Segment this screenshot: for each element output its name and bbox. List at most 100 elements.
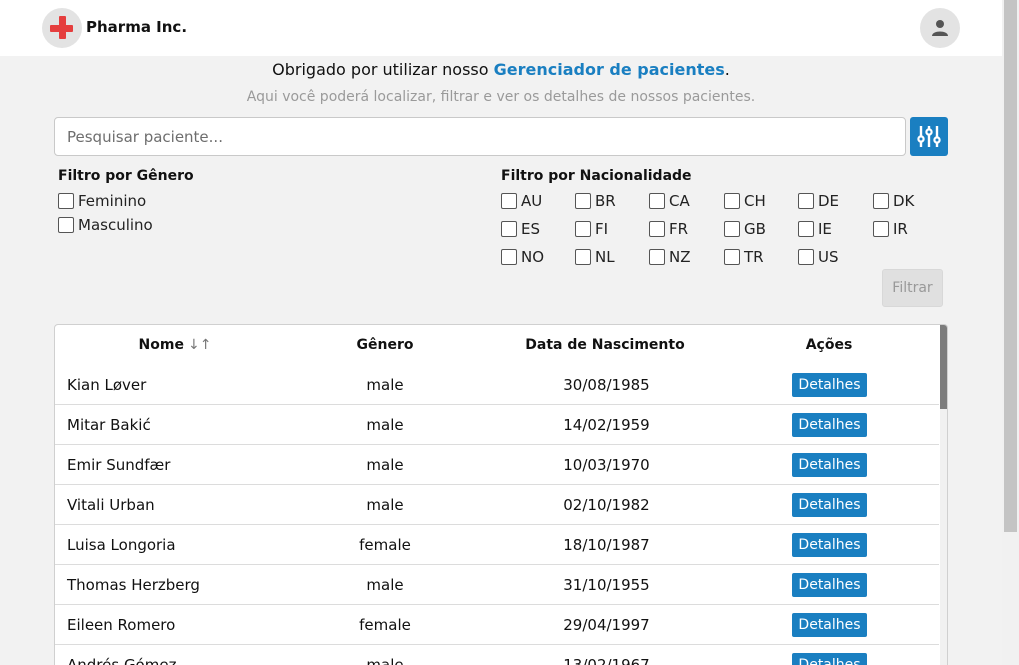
column-header-birth-date: Data de Nascimento xyxy=(525,337,685,353)
patient-name: Mitar Bakić xyxy=(67,416,151,434)
patients-table: Nome ↓↑ Gênero Data de Nascimento Ações K… xyxy=(54,324,948,665)
sort-icon[interactable]: ↓↑ xyxy=(188,337,211,353)
checkbox[interactable] xyxy=(724,221,740,237)
patient-gender: male xyxy=(366,656,404,665)
nationality-option-gb[interactable]: GB xyxy=(724,220,784,238)
intro-subtitle: Aqui você poderá localizar, filtrar e ve… xyxy=(246,89,756,105)
details-button[interactable]: Detalhes xyxy=(792,373,867,397)
nationality-option-label: DE xyxy=(818,192,840,210)
nationality-option-ie[interactable]: IE xyxy=(798,220,858,238)
checkbox[interactable] xyxy=(798,221,814,237)
details-button[interactable]: Detalhes xyxy=(792,413,867,437)
user-icon xyxy=(932,20,948,36)
table-row: Mitar Bakić male 14/02/1959 Detalhes xyxy=(55,405,939,445)
nationality-option-label: NO xyxy=(521,248,545,266)
patient-gender: male xyxy=(366,496,404,514)
patient-birth-date: 31/10/1955 xyxy=(563,576,650,594)
patient-gender: female xyxy=(359,616,411,634)
nationality-option-fi[interactable]: FI xyxy=(575,220,635,238)
patient-name: Eileen Romero xyxy=(67,616,176,634)
checkbox[interactable] xyxy=(873,221,889,237)
nationality-option-label: FI xyxy=(595,220,609,238)
checkbox[interactable] xyxy=(798,249,814,265)
checkbox[interactable] xyxy=(649,249,665,265)
filter-toggle-button[interactable] xyxy=(910,117,948,156)
nationality-option-label: AU xyxy=(521,192,543,210)
table-scrollbar[interactable] xyxy=(940,325,947,665)
nationality-option-label: IR xyxy=(893,220,908,238)
nationality-option-de[interactable]: DE xyxy=(798,192,858,210)
nationality-option-nl[interactable]: NL xyxy=(575,248,635,266)
details-button[interactable]: Detalhes xyxy=(792,493,867,517)
patient-birth-date: 13/02/1967 xyxy=(563,656,650,665)
table-scrollbar-thumb[interactable] xyxy=(940,325,947,409)
nationality-option-label: FR xyxy=(669,220,689,238)
checkbox[interactable] xyxy=(575,193,591,209)
column-header-name[interactable]: Nome ↓↑ xyxy=(55,337,295,353)
table-row: Andrés Gómez male 13/02/1967 Detalhes xyxy=(55,645,939,665)
gender-option-label: Masculino xyxy=(78,216,153,234)
nationality-option-label: ES xyxy=(521,220,540,238)
checkbox[interactable] xyxy=(58,217,74,233)
details-button[interactable]: Detalhes xyxy=(792,533,867,557)
checkbox[interactable] xyxy=(501,249,517,265)
gender-filter-title: Filtro por Gênero xyxy=(58,168,194,184)
nationality-option-label: DK xyxy=(893,192,915,210)
patient-birth-date: 18/10/1987 xyxy=(563,536,650,554)
nationality-option-br[interactable]: BR xyxy=(575,192,635,210)
nationality-option-label: NL xyxy=(595,248,615,266)
intro-highlight: Gerenciador de pacientes xyxy=(493,60,725,79)
nationality-filter: Filtro por Nacionalidade AU BR CA CH DE … xyxy=(501,168,951,268)
table-row: Kian Løver male 30/08/1985 Detalhes xyxy=(55,365,939,405)
checkbox[interactable] xyxy=(501,193,517,209)
patient-name: Andrés Gómez xyxy=(67,656,177,665)
checkbox[interactable] xyxy=(873,193,889,209)
checkbox[interactable] xyxy=(575,221,591,237)
checkbox[interactable] xyxy=(724,249,740,265)
patient-name: Thomas Herzberg xyxy=(67,576,200,594)
patient-name: Kian Løver xyxy=(67,376,147,394)
patient-birth-date: 30/08/1985 xyxy=(563,376,650,394)
patient-gender: female xyxy=(359,536,411,554)
checkbox[interactable] xyxy=(501,221,517,237)
page-scrollbar[interactable] xyxy=(1002,0,1019,665)
patient-name: Luisa Longoria xyxy=(67,536,176,554)
intro-message: Obrigado por utilizar nosso Gerenciador … xyxy=(0,60,1002,79)
page-scrollbar-thumb[interactable] xyxy=(1004,0,1017,532)
red-cross-icon xyxy=(42,8,82,48)
nationality-option-ir[interactable]: IR xyxy=(873,220,933,238)
table-row: Luisa Longoria female 18/10/1987 Detalhe… xyxy=(55,525,939,565)
intro-text: Obrigado por utilizar nosso xyxy=(272,60,494,79)
column-header-gender: Gênero xyxy=(356,337,414,353)
user-menu-button[interactable] xyxy=(920,8,960,48)
nationality-option-us[interactable]: US xyxy=(798,248,858,266)
checkbox[interactable] xyxy=(649,221,665,237)
nationality-option-ca[interactable]: CA xyxy=(649,192,709,210)
details-button[interactable]: Detalhes xyxy=(792,453,867,477)
nationality-option-fr[interactable]: FR xyxy=(649,220,709,238)
nationality-option-label: CA xyxy=(669,192,690,210)
checkbox[interactable] xyxy=(798,193,814,209)
nationality-option-ch[interactable]: CH xyxy=(724,192,784,210)
column-header-name-label: Nome xyxy=(138,337,184,353)
nationality-option-nz[interactable]: NZ xyxy=(649,248,709,266)
details-button[interactable]: Detalhes xyxy=(792,653,867,665)
nationality-option-tr[interactable]: TR xyxy=(724,248,784,266)
details-button[interactable]: Detalhes xyxy=(792,573,867,597)
checkbox[interactable] xyxy=(724,193,740,209)
nationality-option-au[interactable]: AU xyxy=(501,192,561,210)
nationality-option-es[interactable]: ES xyxy=(501,220,561,238)
gender-filter: Filtro por Gênero Feminino Masculino xyxy=(58,168,194,234)
checkbox[interactable] xyxy=(58,193,74,209)
nationality-option-dk[interactable]: DK xyxy=(873,192,933,210)
checkbox[interactable] xyxy=(575,249,591,265)
details-button[interactable]: Detalhes xyxy=(792,613,867,637)
patient-name: Vitali Urban xyxy=(67,496,155,514)
patient-gender: male xyxy=(366,416,404,434)
top-header: Pharma Inc. xyxy=(0,0,1002,56)
nationality-option-no[interactable]: NO xyxy=(501,248,561,266)
checkbox[interactable] xyxy=(649,193,665,209)
search-input[interactable] xyxy=(54,117,906,156)
nationality-option-label: NZ xyxy=(669,248,691,266)
filter-submit-button[interactable]: Filtrar xyxy=(882,269,943,307)
